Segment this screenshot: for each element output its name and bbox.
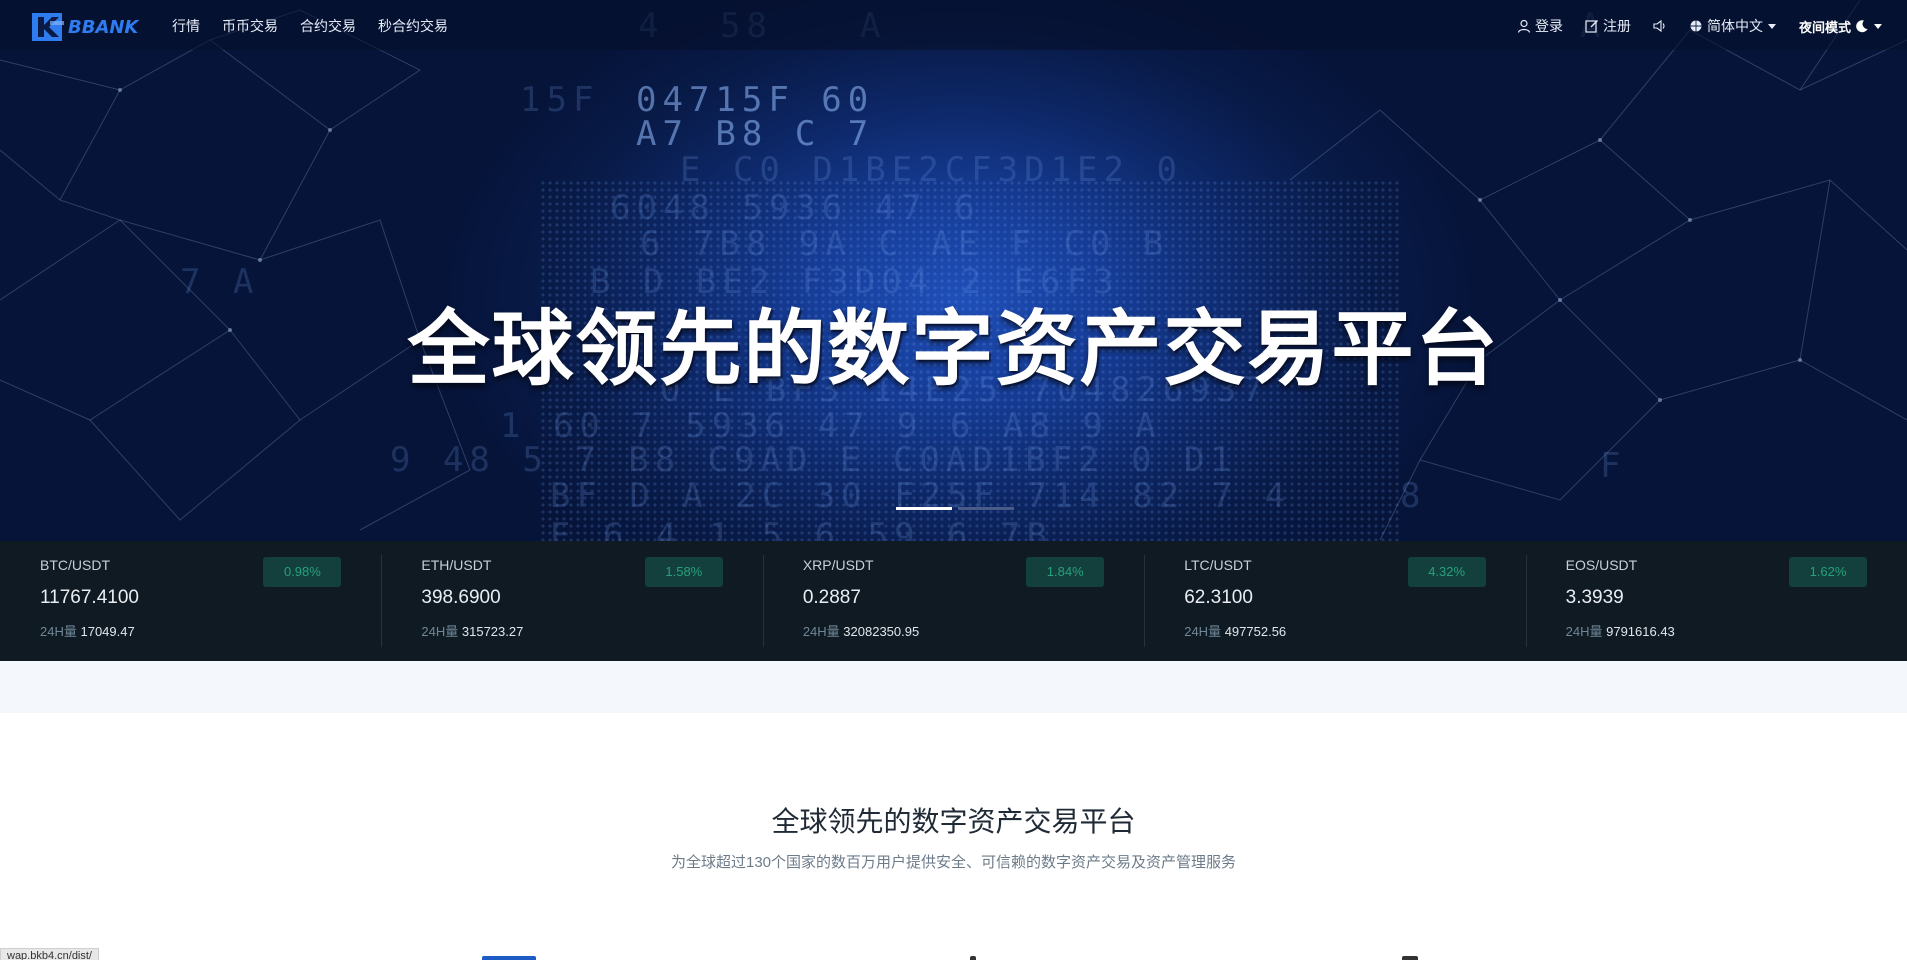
brand-name: BBANK xyxy=(68,16,139,38)
language-label: 简体中文 xyxy=(1706,18,1763,34)
feature-icon-1 xyxy=(482,956,536,960)
ticker-card-xrp[interactable]: XRP/USDT 1.84% 0.2887 24H量 32082350.95 xyxy=(762,541,1144,661)
nav-market[interactable]: 行情 xyxy=(172,16,200,36)
caret-down-icon xyxy=(1874,24,1882,29)
hex-digits-decoration: 4 58 A 15F 04715F 60 A7 B8 C 7 E C0 D1BE… xyxy=(180,6,1627,541)
top-navbar: BBANK 行情 币币交易 合约交易 秒合约交易 登录 注册 简体中文 夜间模式 xyxy=(0,0,1907,50)
banner-pagination xyxy=(896,507,1014,510)
hero-banner: 4 58 A 15F 04715F 60 A7 B8 C 7 E C0 D1BE… xyxy=(0,0,1907,541)
volume-label: 24H量 xyxy=(1565,624,1603,639)
logo-mark-icon xyxy=(32,13,64,41)
ticker-price: 11767.4100 xyxy=(40,587,139,608)
brand-logo[interactable]: BBANK xyxy=(30,11,138,43)
volume-label: 24H量 xyxy=(1184,624,1222,639)
ticker-volume: 24H量 17049.47 xyxy=(40,621,381,640)
ticker-volume: 24H量 9791616.43 xyxy=(1566,621,1907,640)
volume-value: 32082350.95 xyxy=(843,624,920,639)
login-link[interactable]: 登录 xyxy=(1517,16,1563,36)
login-label: 登录 xyxy=(1534,18,1563,34)
ticker-price: 3.3939 xyxy=(1565,587,1624,608)
ticker-price: 62.3100 xyxy=(1184,587,1253,608)
feature-icon-2 xyxy=(970,956,976,960)
nav-right-group: 登录 注册 简体中文 夜间模式 xyxy=(1517,16,1883,36)
feature-icons-peek xyxy=(0,956,1907,960)
ticker-card-btc[interactable]: BTC/USDT 0.98% 11767.4100 24H量 17049.47 xyxy=(0,541,381,661)
volume-value: 497752.56 xyxy=(1224,624,1287,639)
main-nav: 行情 币币交易 合约交易 秒合约交易 xyxy=(172,16,448,36)
ticker-volume: 24H量 32082350.95 xyxy=(803,621,1144,640)
hero-title: 全球领先的数字资产交易平台 xyxy=(407,302,1500,397)
language-selector[interactable]: 简体中文 xyxy=(1689,16,1777,36)
ticker-card-ltc[interactable]: LTC/USDT 4.32% 62.3100 24H量 497752.56 xyxy=(1144,541,1525,661)
register-label: 注册 xyxy=(1602,18,1631,34)
user-icon xyxy=(1517,19,1531,33)
change-badge: 1.62% xyxy=(1789,557,1868,587)
caret-down-icon xyxy=(1767,24,1776,29)
ticker-price: 398.6900 xyxy=(421,587,501,608)
change-badge: 4.32% xyxy=(1407,557,1486,587)
notice-band xyxy=(0,661,1907,713)
volume-value: 315723.27 xyxy=(461,624,524,639)
edit-icon xyxy=(1585,20,1598,33)
sound-toggle[interactable] xyxy=(1653,19,1667,33)
market-ticker: BTC/USDT 0.98% 11767.4100 24H量 17049.47 … xyxy=(0,541,1907,661)
speaker-icon xyxy=(1653,19,1665,33)
nav-spot-trading[interactable]: 币币交易 xyxy=(222,16,278,36)
change-badge: 1.84% xyxy=(1026,557,1105,587)
section-subtitle: 为全球超过130个国家的数百万用户提供安全、可信赖的数字资产交易及资产管理服务 xyxy=(670,854,1237,871)
browser-status-url: wap.bkb4.cn/dist/ xyxy=(0,948,99,960)
volume-label: 24H量 xyxy=(421,624,459,639)
night-mode-toggle[interactable]: 夜间模式 xyxy=(1799,17,1883,36)
moon-icon xyxy=(1856,20,1868,33)
change-badge: 0.98% xyxy=(263,557,342,587)
banner-dot-1[interactable] xyxy=(896,507,952,510)
volume-label: 24H量 xyxy=(40,624,77,639)
ticker-card-eos[interactable]: EOS/USDT 1.62% 3.3939 24H量 9791616.43 xyxy=(1525,541,1907,661)
volume-label: 24H量 xyxy=(802,624,840,639)
nav-second-contract[interactable]: 秒合约交易 xyxy=(378,16,448,36)
night-mode-label: 夜间模式 xyxy=(1798,19,1851,35)
ticker-price: 0.2887 xyxy=(802,587,861,608)
ticker-volume: 24H量 497752.56 xyxy=(1184,621,1525,640)
register-link[interactable]: 注册 xyxy=(1585,16,1631,36)
volume-value: 9791616.43 xyxy=(1606,624,1675,639)
section-title: 全球领先的数字资产交易平台 xyxy=(771,805,1136,838)
globe-icon xyxy=(1690,20,1702,32)
ticker-volume: 24H量 315723.27 xyxy=(421,621,762,640)
volume-value: 17049.47 xyxy=(80,624,135,639)
change-badge: 1.58% xyxy=(644,557,723,587)
banner-dot-2[interactable] xyxy=(958,507,1014,510)
ticker-card-eth[interactable]: ETH/USDT 1.58% 398.6900 24H量 315723.27 xyxy=(381,541,762,661)
nav-futures-trading[interactable]: 合约交易 xyxy=(300,16,356,36)
feature-icon-3 xyxy=(1402,956,1418,960)
